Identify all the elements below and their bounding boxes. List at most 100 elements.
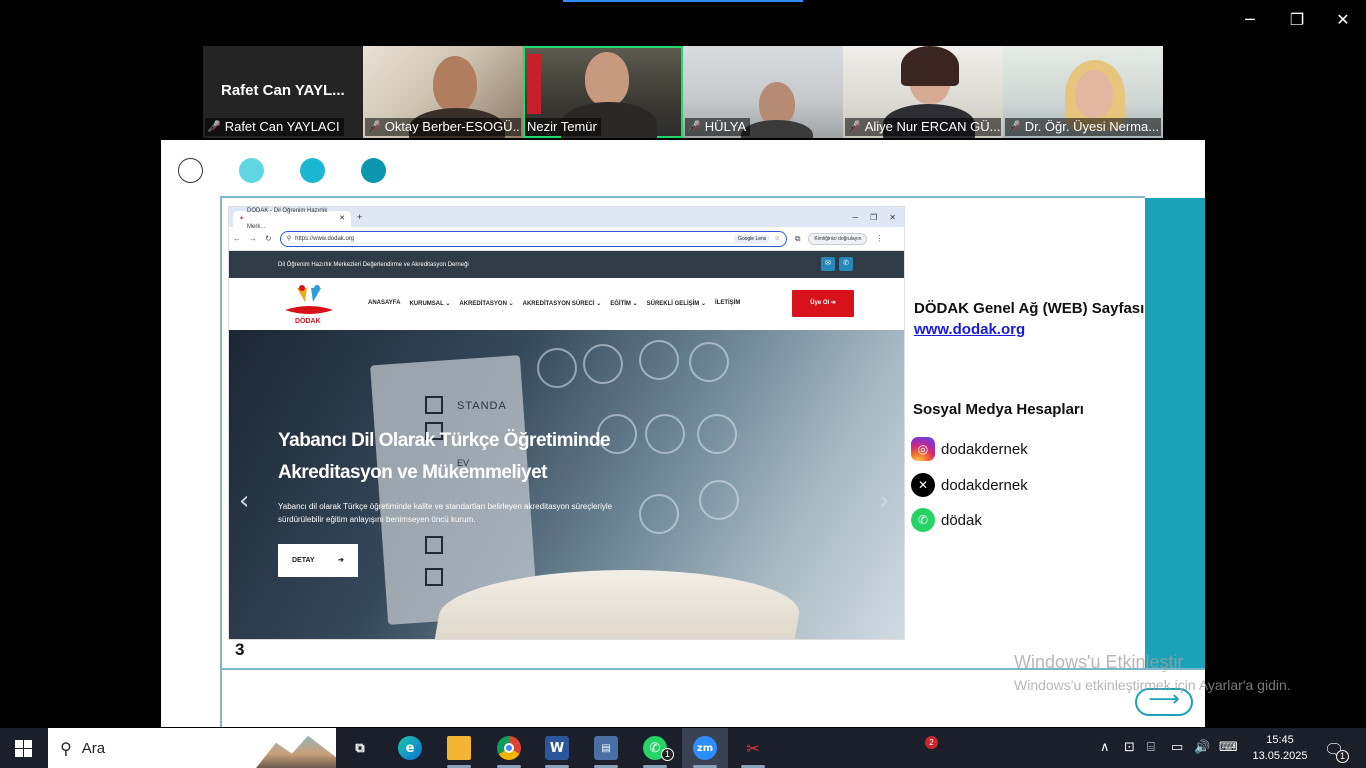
web-page-link[interactable]: www.dodak.org bbox=[914, 321, 1025, 338]
slide-number: 3 bbox=[235, 640, 245, 659]
word-icon[interactable]: W bbox=[545, 736, 569, 760]
verify-identity-chip: Kimliğinizi doğrulayın bbox=[808, 232, 868, 245]
bookmark-star-icon: ☆ bbox=[774, 236, 780, 242]
minimize-button[interactable]: ─ bbox=[1240, 10, 1260, 30]
hero-checkbox-graphic bbox=[425, 568, 443, 586]
new-tab-icon: + bbox=[357, 212, 363, 222]
browser-tab: ✶ DÖDAK - Dil Öğrenim Hazırlık Merk... ✕ bbox=[233, 208, 351, 230]
muted-mic-icon: 🎤̸ bbox=[687, 120, 701, 133]
phone-icon: ✆ bbox=[839, 257, 853, 271]
social-media-title: Sosyal Medya Hesapları bbox=[913, 401, 1084, 418]
slide-decoration-dot bbox=[361, 158, 386, 183]
social-row-x: ✕ dodakdernek bbox=[911, 473, 1028, 497]
muted-mic-icon: 🎤̸ bbox=[367, 120, 381, 133]
back-icon: ← bbox=[233, 234, 241, 243]
hero-board-text: STANDA bbox=[457, 400, 507, 412]
logo-text: DÖDAK bbox=[295, 318, 321, 325]
battery-icon[interactable]: ▭ bbox=[1171, 740, 1183, 755]
desktop: ─ ❐ ✕ Rafet Can YAYL... 🎤̸ Rafet Can YAYL… bbox=[0, 0, 1366, 768]
slide-frame-line bbox=[220, 196, 1145, 198]
taskbar-search[interactable]: ⚲ Ara bbox=[48, 728, 336, 768]
carousel-next-icon: › bbox=[879, 486, 890, 516]
participant-name-tag: 🎤̸ Rafet Can YAYLACI bbox=[205, 118, 344, 136]
participant-name: Aliye Nur ERCAN GÜ... bbox=[864, 119, 1001, 134]
participant-video bbox=[1075, 70, 1113, 118]
participant-tile[interactable]: 🎤̸ Oktay Berber-ESOGÜ... bbox=[363, 46, 523, 138]
dodak-logo: DÖDAK bbox=[277, 282, 341, 328]
chrome-icon[interactable] bbox=[497, 736, 521, 760]
participant-tile[interactable]: Rafet Can YAYL... 🎤̸ Rafet Can YAYLACI bbox=[203, 46, 363, 138]
site-nav-item: ANASAYFA bbox=[368, 300, 401, 306]
network-icon[interactable]: ⌸ bbox=[1147, 740, 1155, 755]
snipping-tool-icon[interactable]: ✂ bbox=[741, 736, 765, 760]
close-button[interactable]: ✕ bbox=[1333, 10, 1353, 30]
participant-tile[interactable]: 🎤̸ Dr. Öğr. Üyesi Nerma... bbox=[1003, 46, 1163, 138]
edge-icon[interactable]: e bbox=[398, 736, 422, 760]
whatsapp-badge: 1 bbox=[661, 748, 674, 761]
carousel-prev-icon: ‹ bbox=[239, 486, 250, 516]
slide-accent-band bbox=[1145, 198, 1205, 668]
browser-minimize-icon: ─ bbox=[852, 212, 859, 222]
windows-start-icon[interactable] bbox=[15, 740, 32, 757]
browser-omnibox: ⚲ https://www.dodak.org Google Lens ☆ bbox=[279, 230, 787, 247]
participant-name-tag: 🎤̸ Aliye Nur ERCAN GÜ... bbox=[845, 118, 1001, 136]
participant-name: Oktay Berber-ESOGÜ... bbox=[384, 119, 521, 134]
site-top-text: Dil Öğrenim Hazırlık Merkezleri Değerlen… bbox=[278, 261, 469, 268]
hero-icon-ring bbox=[697, 414, 737, 454]
notification-badge: 2 bbox=[925, 736, 938, 749]
keyboard-icon[interactable]: ⌨ bbox=[1219, 740, 1238, 755]
browser-close-icon: ✕ bbox=[889, 212, 896, 222]
participant-tile[interactable]: 🎤̸ Aliye Nur ERCAN GÜ... bbox=[843, 46, 1003, 138]
search-placeholder: Ara bbox=[81, 739, 106, 757]
site-nav-item: EĞİTİM ⌄ bbox=[610, 301, 638, 307]
browser-tab-strip: ✶ DÖDAK - Dil Öğrenim Hazırlık Merk... ✕ +… bbox=[229, 207, 904, 230]
hero-checkbox-graphic bbox=[425, 536, 443, 554]
website-screenshot: ✶ DÖDAK - Dil Öğrenim Hazırlık Merk... ✕ +… bbox=[228, 206, 905, 640]
site-hero: STANDA EV Yabancı Dil Olarak Türkçe Öğre… bbox=[229, 330, 904, 639]
muted-mic-icon: 🎤̸ bbox=[847, 120, 861, 133]
browser-window-controls: ─ ❐ ✕ bbox=[852, 213, 904, 222]
participant-name: Dr. Öğr. Üyesi Nerma... bbox=[1024, 119, 1160, 134]
screen-share-indicator bbox=[563, 0, 803, 2]
participant-name: Rafet Can YAYLACI bbox=[224, 119, 340, 134]
mail-icon: ✉ bbox=[821, 257, 835, 271]
computer-app-icon[interactable]: ▤ bbox=[594, 736, 618, 760]
hero-title: Yabancı Dil Olarak Türkçe Öğretiminde Ak… bbox=[278, 430, 611, 483]
hero-detail-label: DETAY bbox=[292, 557, 315, 564]
tray-chevron-icon[interactable]: ∧ bbox=[1100, 740, 1110, 755]
hero-icon-ring bbox=[689, 342, 729, 382]
participant-video bbox=[433, 56, 477, 112]
participant-tile-active-speaker[interactable]: Nezir Temür bbox=[523, 46, 683, 138]
participant-name-tag: 🎤̸ Oktay Berber-ESOGÜ... bbox=[365, 118, 521, 136]
site-top-bar: Dil Öğrenim Hazırlık Merkezleri Değerlen… bbox=[229, 251, 904, 278]
participant-name-tag: 🎤̸ HÜLYA bbox=[685, 118, 751, 136]
reload-icon: ↻ bbox=[265, 234, 272, 243]
hero-icon-ring bbox=[639, 494, 679, 534]
favicon-icon: ✶ bbox=[239, 216, 245, 222]
hero-icon-ring bbox=[583, 344, 623, 384]
participant-tile[interactable]: 🎤̸ HÜLYA bbox=[683, 46, 843, 138]
restore-button[interactable]: ❐ bbox=[1287, 10, 1307, 30]
flag-decoration bbox=[527, 54, 541, 114]
participant-hair bbox=[901, 46, 959, 86]
meet-now-icon[interactable]: ⊡ bbox=[1124, 740, 1135, 755]
slide-decoration-circle bbox=[178, 158, 203, 183]
task-view-icon[interactable]: ⧉ bbox=[348, 736, 372, 760]
file-explorer-icon[interactable] bbox=[447, 736, 471, 760]
zoom-icon[interactable]: zm bbox=[693, 736, 717, 760]
participant-name: HÜLYA bbox=[704, 119, 747, 134]
participant-video-body bbox=[741, 120, 813, 138]
social-row-whatsapp: ✆ dödak bbox=[911, 508, 982, 532]
hero-icon-ring bbox=[645, 414, 685, 454]
shared-slide: ✶ DÖDAK - Dil Öğrenim Hazırlık Merk... ✕ +… bbox=[161, 140, 1205, 727]
volume-icon[interactable]: 🔊 bbox=[1194, 740, 1210, 755]
site-nav-item: AKREDİTASYON SÜRECİ ⌄ bbox=[522, 301, 602, 307]
taskbar-clock[interactable]: 15:45 13.05.2025 bbox=[1252, 732, 1308, 764]
social-handle: dodakdernek bbox=[941, 476, 1028, 494]
hero-icon-ring bbox=[639, 340, 679, 380]
site-signup-button: Üye Ol ➔ bbox=[792, 290, 854, 317]
clock-date: 13.05.2025 bbox=[1252, 750, 1308, 762]
hero-detail-arrow-icon: ➔ bbox=[338, 557, 344, 564]
site-nav-item: İLETİŞİM bbox=[714, 300, 741, 306]
participant-name-tag: Nezir Temür bbox=[525, 118, 601, 136]
